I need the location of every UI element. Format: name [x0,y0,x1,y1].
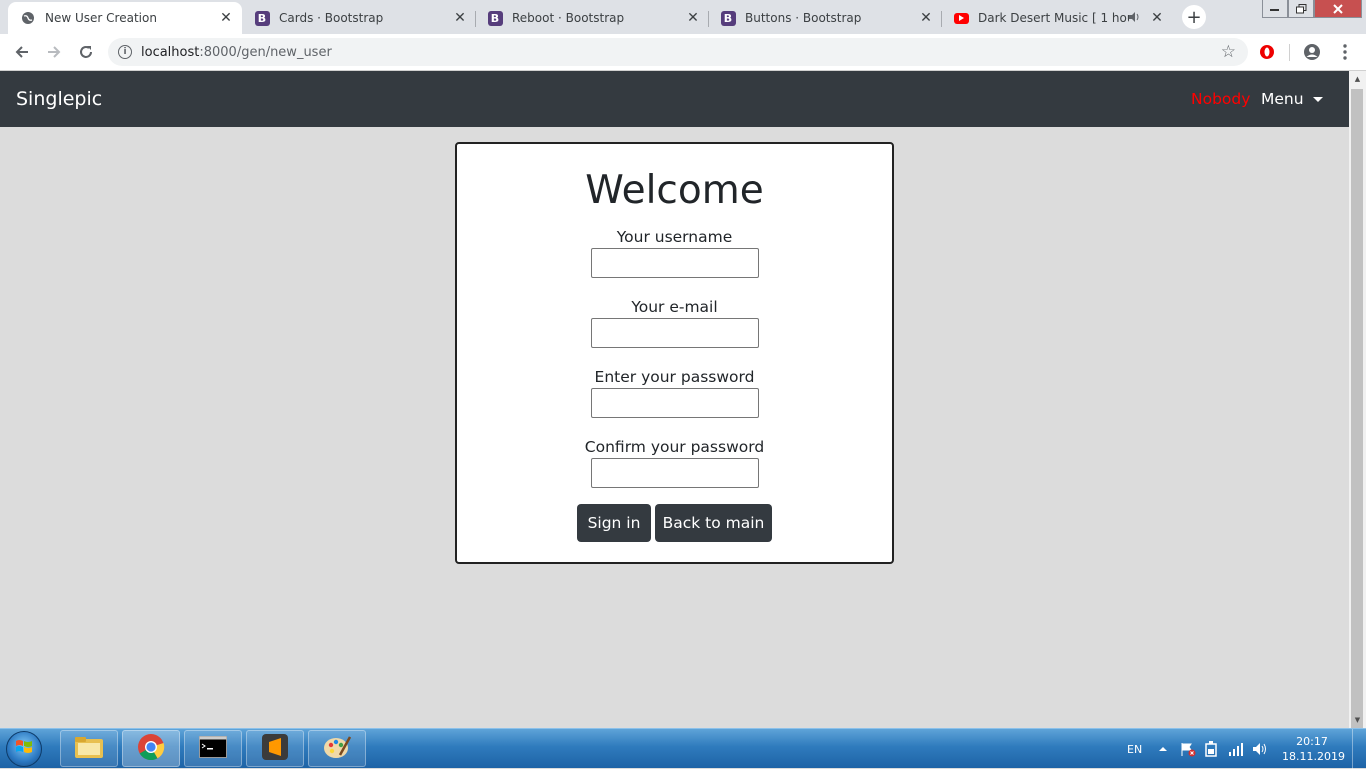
speaker-icon[interactable] [1129,11,1141,25]
tab-title: Reboot · Bootstrap [512,11,625,25]
tab-title: Buttons · Bootstrap [745,11,862,25]
close-tab-icon[interactable]: ✕ [452,10,468,26]
restore-window-icon[interactable] [1288,0,1314,18]
nav-menu-dropdown[interactable]: Menu [1261,90,1323,108]
close-tab-icon[interactable]: ✕ [1149,10,1165,26]
new-user-card: Welcome Your username Your e-mail Enter … [455,142,894,564]
browser-tab-strip: New User Creation ✕ B Cards · Bootstrap … [0,0,1366,34]
new-tab-button[interactable]: + [1182,5,1206,29]
tab-title: Cards · Bootstrap [279,11,384,25]
bootstrap-icon: B [720,10,736,26]
chrome-icon [137,733,165,765]
tab-title: Dark Desert Music [ 1 hour [978,11,1129,25]
bootstrap-icon: B [487,10,503,26]
start-button[interactable] [6,731,42,767]
scroll-down-arrow-icon[interactable]: ▼ [1349,712,1366,728]
browser-toolbar: i localhost:8000/gen/new_user ☆ [0,34,1366,71]
navbar-brand[interactable]: Singlepic [16,88,102,110]
tab-new-user-creation[interactable]: New User Creation ✕ [8,2,242,34]
show-hidden-icons-icon[interactable] [1158,729,1168,769]
password-label: Enter your password [594,368,755,386]
power-icon[interactable] [1204,729,1218,769]
taskbar-sublime-text[interactable] [246,730,304,767]
address-host: localhost [141,44,200,60]
tab-title: New User Creation [45,11,157,25]
paint-palette-icon [323,735,352,763]
email-input[interactable] [591,318,759,348]
tab-buttons-bootstrap[interactable]: B Buttons · Bootstrap ✕ [708,2,942,34]
close-tab-icon[interactable]: ✕ [685,10,701,26]
sublime-text-icon [262,733,288,764]
taskbar-chrome[interactable] [122,730,180,767]
caret-down-icon [1312,96,1323,102]
terminal-icon [199,735,227,762]
confirm-password-label: Confirm your password [584,438,765,456]
back-arrow-icon[interactable] [10,40,34,64]
bookmark-star-icon[interactable]: ☆ [1221,42,1236,62]
minimize-window-icon[interactable] [1262,0,1288,18]
tab-reboot-bootstrap[interactable]: B Reboot · Bootstrap ✕ [475,2,709,34]
close-tab-icon[interactable]: ✕ [218,10,234,26]
taskbar-clock[interactable]: 20:17 18.11.2019 [1282,734,1345,764]
windows-logo-icon [15,738,33,760]
folder-icon [74,735,104,763]
forward-arrow-icon[interactable] [42,40,66,64]
volume-icon[interactable] [1252,729,1268,769]
taskbar-paint[interactable] [308,730,366,767]
confirm-password-input[interactable] [591,458,759,488]
profile-icon[interactable] [1300,40,1324,64]
browser-menu-icon[interactable] [1333,40,1357,64]
tab-dark-desert-music[interactable]: Dark Desert Music [ 1 hour ✕ [941,2,1173,34]
password-input[interactable] [591,388,759,418]
nav-menu-label: Menu [1261,90,1304,108]
reload-icon[interactable] [74,40,98,64]
page-scrollbar[interactable]: ▲ ▼ [1349,71,1366,733]
globe-icon [20,10,36,26]
taskbar-explorer[interactable] [60,730,118,767]
nav-user-link[interactable]: Nobody [1191,90,1250,108]
scrollbar-thumb[interactable] [1351,89,1363,733]
youtube-icon [953,10,969,26]
scroll-up-arrow-icon[interactable]: ▲ [1349,71,1366,87]
network-signal-icon[interactable] [1228,729,1244,769]
site-info-icon[interactable]: i [118,45,132,59]
back-to-main-button[interactable]: Back to main [655,504,772,542]
language-indicator[interactable]: EN [1127,729,1142,769]
windows-taskbar: EN 20:17 18.11.2019 [0,728,1366,769]
site-navbar: Singlepic Nobody Menu [0,71,1349,127]
close-tab-icon[interactable]: ✕ [918,10,934,26]
opera-extension-icon[interactable] [1255,40,1279,64]
username-input[interactable] [591,248,759,278]
page-title: Welcome [585,168,764,213]
email-label: Your e-mail [631,298,718,316]
bootstrap-icon: B [254,10,270,26]
action-center-flag-icon[interactable] [1180,729,1196,769]
tab-cards-bootstrap[interactable]: B Cards · Bootstrap ✕ [242,2,476,34]
sign-in-button[interactable]: Sign in [577,504,651,542]
username-label: Your username [616,228,733,246]
address-bar[interactable]: i localhost:8000/gen/new_user ☆ [108,38,1248,66]
show-desktop-button[interactable] [1352,729,1366,769]
close-window-icon[interactable] [1314,0,1362,18]
clock-date: 18.11.2019 [1282,750,1345,763]
clock-time: 20:17 [1296,735,1328,748]
taskbar-terminal[interactable] [184,730,242,767]
address-path: :8000/gen/new_user [199,44,332,60]
